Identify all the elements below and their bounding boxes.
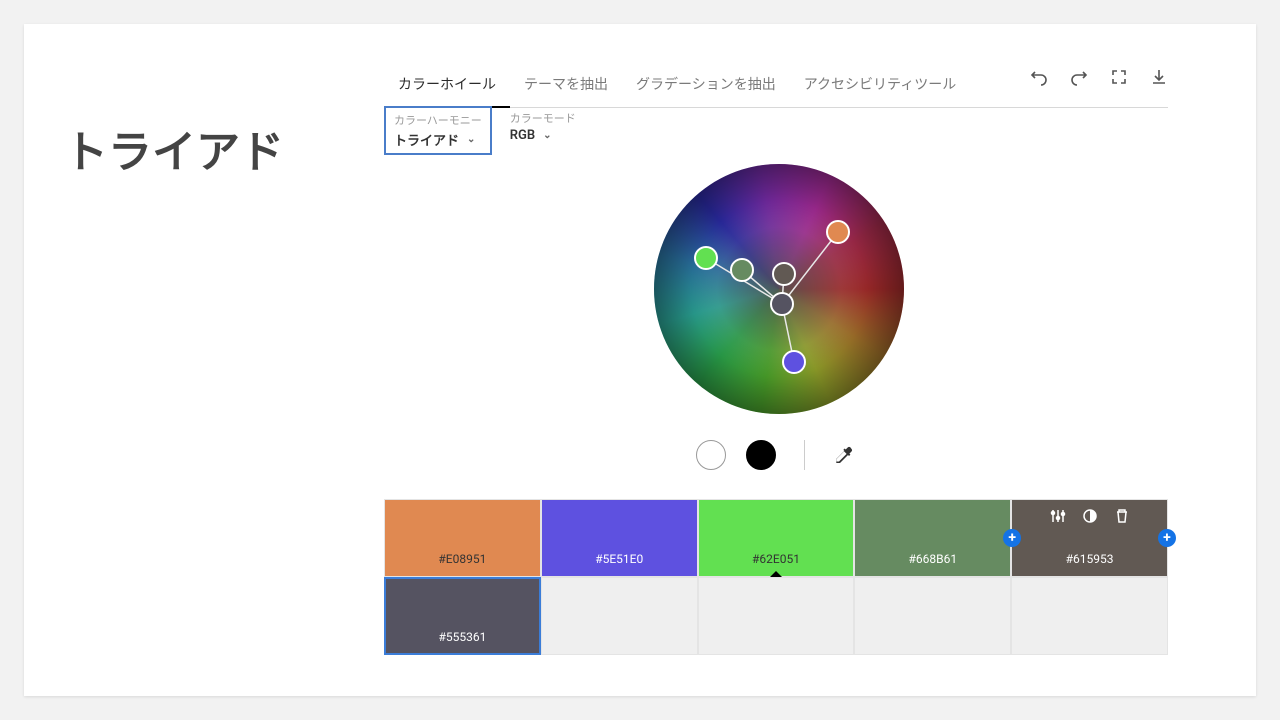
tab-accessibility[interactable]: アクセシビリティツール — [790, 64, 970, 107]
color-harmony-select[interactable]: カラーハーモニー トライアド ⌄ — [384, 106, 492, 155]
tab-extract-theme[interactable]: テーマを抽出 — [510, 64, 622, 107]
add-swatch-right-button[interactable]: + — [1158, 529, 1176, 547]
swatch-hex: #5E51E0 — [595, 552, 643, 566]
wheel-node[interactable] — [730, 258, 754, 282]
sliders-icon[interactable] — [1050, 508, 1066, 524]
wheel-node[interactable] — [782, 350, 806, 374]
color-harmony-value: トライアド — [394, 130, 459, 149]
trash-icon[interactable] — [1114, 508, 1130, 524]
swatch-empty[interactable] — [1011, 577, 1168, 655]
swatch[interactable]: #615953++ — [1011, 499, 1168, 577]
chevron-down-icon: ⌄ — [543, 130, 551, 141]
swatch[interactable]: #E08951 — [384, 499, 541, 577]
swatch-hex: #668B61 — [908, 552, 957, 566]
fullscreen-icon[interactable] — [1110, 68, 1128, 86]
swatch[interactable]: #62E051 — [698, 499, 855, 577]
color-mode-label: カラーモード — [510, 110, 576, 126]
background-picker — [696, 440, 853, 470]
swatch[interactable]: #555361 — [384, 577, 541, 655]
bg-black-option[interactable] — [746, 440, 776, 470]
wheel-node[interactable] — [826, 220, 850, 244]
add-swatch-left-button[interactable]: + — [1003, 529, 1021, 547]
swatch-empty[interactable] — [854, 577, 1011, 655]
undo-icon[interactable] — [1030, 68, 1048, 86]
separator — [804, 440, 805, 470]
color-mode-value: RGB — [510, 128, 535, 143]
swatch-hex: #E08951 — [438, 552, 486, 566]
palette: #E08951 #5E51E0 #62E051 #668B61 #615953++ #5… — [384, 499, 1168, 655]
wheel-node[interactable] — [770, 292, 794, 316]
wheel-node[interactable] — [772, 262, 796, 286]
swatch-empty[interactable] — [541, 577, 698, 655]
download-icon[interactable] — [1150, 68, 1168, 86]
swatch-hex: #615953 — [1066, 552, 1114, 566]
toolbar-actions — [1030, 68, 1168, 86]
swatch-empty[interactable] — [698, 577, 855, 655]
controls: カラーハーモニー トライアド ⌄ カラーモード RGB ⌄ — [384, 106, 584, 155]
redo-icon[interactable] — [1070, 68, 1088, 86]
tab-color-wheel[interactable]: カラーホイール — [384, 64, 510, 108]
color-harmony-label: カラーハーモニー — [394, 112, 482, 128]
wheel-node[interactable] — [694, 246, 718, 270]
swatch-hex: #62E051 — [752, 552, 800, 566]
color-wheel[interactable] — [654, 164, 904, 414]
color-mode-select[interactable]: カラーモード RGB ⌄ — [502, 106, 584, 155]
swatch[interactable]: #668B61 — [854, 499, 1011, 577]
bg-white-option[interactable] — [696, 440, 726, 470]
tab-extract-gradient[interactable]: グラデーションを抽出 — [622, 64, 790, 107]
swatch[interactable]: #5E51E0 — [541, 499, 698, 577]
chevron-down-icon: ⌄ — [467, 134, 475, 145]
swatch-hex: #555361 — [438, 630, 486, 644]
eyedropper-icon[interactable] — [833, 445, 853, 465]
contrast-icon[interactable] — [1082, 508, 1098, 524]
page-title: トライアド — [64, 116, 284, 180]
